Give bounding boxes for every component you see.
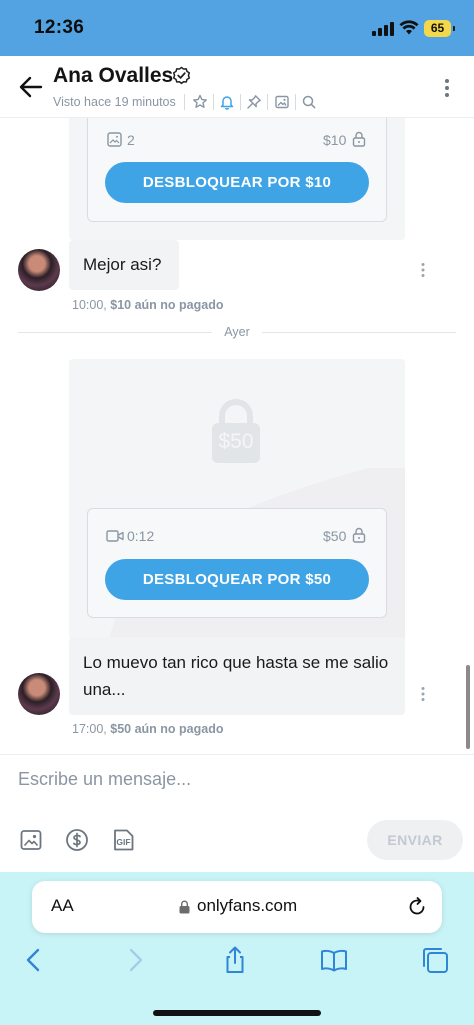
- avatar[interactable]: [18, 673, 60, 715]
- lock-icon: [179, 900, 190, 914]
- bell-icon[interactable]: [219, 94, 235, 110]
- signal-icon: [372, 22, 394, 36]
- divider: [240, 94, 241, 110]
- message-options-icon[interactable]: [418, 262, 428, 278]
- address-bar[interactable]: AA onlyfans.com: [32, 881, 442, 933]
- tabs-icon[interactable]: [421, 946, 449, 974]
- bookmarks-icon[interactable]: [320, 946, 348, 974]
- gif-icon[interactable]: GIF: [111, 828, 135, 852]
- image-icon[interactable]: [274, 94, 290, 110]
- image-icon: [107, 132, 122, 147]
- message-text: Mejor asi?: [69, 240, 179, 290]
- day-divider-label: Ayer: [212, 325, 262, 339]
- scrollbar[interactable]: [466, 665, 470, 749]
- divider: [184, 94, 185, 110]
- message-input[interactable]: Escribe un mensaje...: [18, 769, 438, 799]
- lock-icon: [352, 527, 366, 543]
- divider: [295, 94, 296, 110]
- send-button[interactable]: ENVIAR: [367, 820, 463, 860]
- status-bar: 12:36 65: [0, 0, 474, 56]
- divider: [267, 94, 268, 110]
- ppv-price: $50: [323, 528, 347, 544]
- chat-thread[interactable]: 2 $10 DESBLOQUEAR POR $10 Mejor asi? 10:…: [0, 118, 474, 754]
- chat-title[interactable]: Ana Ovalles: [53, 64, 173, 88]
- message-text: Lo muevo tan rico que hasta se me salio …: [69, 637, 405, 715]
- lock-icon: [352, 131, 366, 147]
- message-options-icon[interactable]: [418, 686, 428, 702]
- chat-header: Ana Ovalles Visto hace 19 minutos: [0, 56, 474, 118]
- pin-icon[interactable]: [246, 94, 262, 110]
- back-arrow-icon[interactable]: [18, 74, 44, 100]
- ppv-price: $10: [323, 132, 347, 148]
- share-icon[interactable]: [221, 946, 249, 974]
- message-composer: Escribe un mensaje... GIF ENVIAR: [0, 754, 474, 872]
- video-icon: [106, 530, 124, 542]
- message-time: 10:00, $10 aún no pagado: [72, 298, 223, 312]
- image-upload-icon[interactable]: [19, 828, 43, 852]
- time-text: 17:00,: [72, 722, 107, 736]
- tip-dollar-icon[interactable]: [65, 828, 89, 852]
- browser-back-icon[interactable]: [20, 946, 48, 974]
- last-seen: Visto hace 19 minutos: [53, 95, 176, 109]
- wifi-icon: [399, 20, 419, 35]
- message-time: 17:00, $50 aún no pagado: [72, 722, 223, 736]
- reader-aa-button[interactable]: AA: [51, 896, 74, 916]
- cover-price: $50: [218, 430, 254, 453]
- browser-toolbar: AA onlyfans.com: [0, 872, 474, 1025]
- url-text[interactable]: onlyfans.com: [197, 896, 297, 916]
- verified-icon: [172, 66, 191, 85]
- unlock-button[interactable]: DESBLOQUEAR POR $10: [105, 162, 369, 203]
- more-options-icon[interactable]: [440, 78, 454, 98]
- battery-icon: 65: [424, 20, 455, 37]
- star-icon[interactable]: [192, 94, 208, 110]
- divider: [213, 94, 214, 110]
- status-time: 12:36: [34, 17, 85, 38]
- reload-icon[interactable]: [406, 896, 428, 918]
- svg-text:GIF: GIF: [116, 837, 130, 847]
- home-indicator: [153, 1010, 321, 1016]
- unlock-button[interactable]: DESBLOQUEAR POR $50: [105, 559, 369, 600]
- time-text: 10:00,: [72, 298, 107, 312]
- payment-status: $10 aún no pagado: [110, 298, 224, 312]
- browser-forward-icon[interactable]: [121, 946, 149, 974]
- payment-status: $50 aún no pagado: [110, 722, 224, 736]
- media-count: 2: [127, 132, 135, 148]
- video-duration: 0:12: [127, 528, 155, 544]
- avatar[interactable]: [18, 249, 60, 291]
- search-icon[interactable]: [301, 94, 317, 110]
- aa-label: AA: [51, 896, 74, 915]
